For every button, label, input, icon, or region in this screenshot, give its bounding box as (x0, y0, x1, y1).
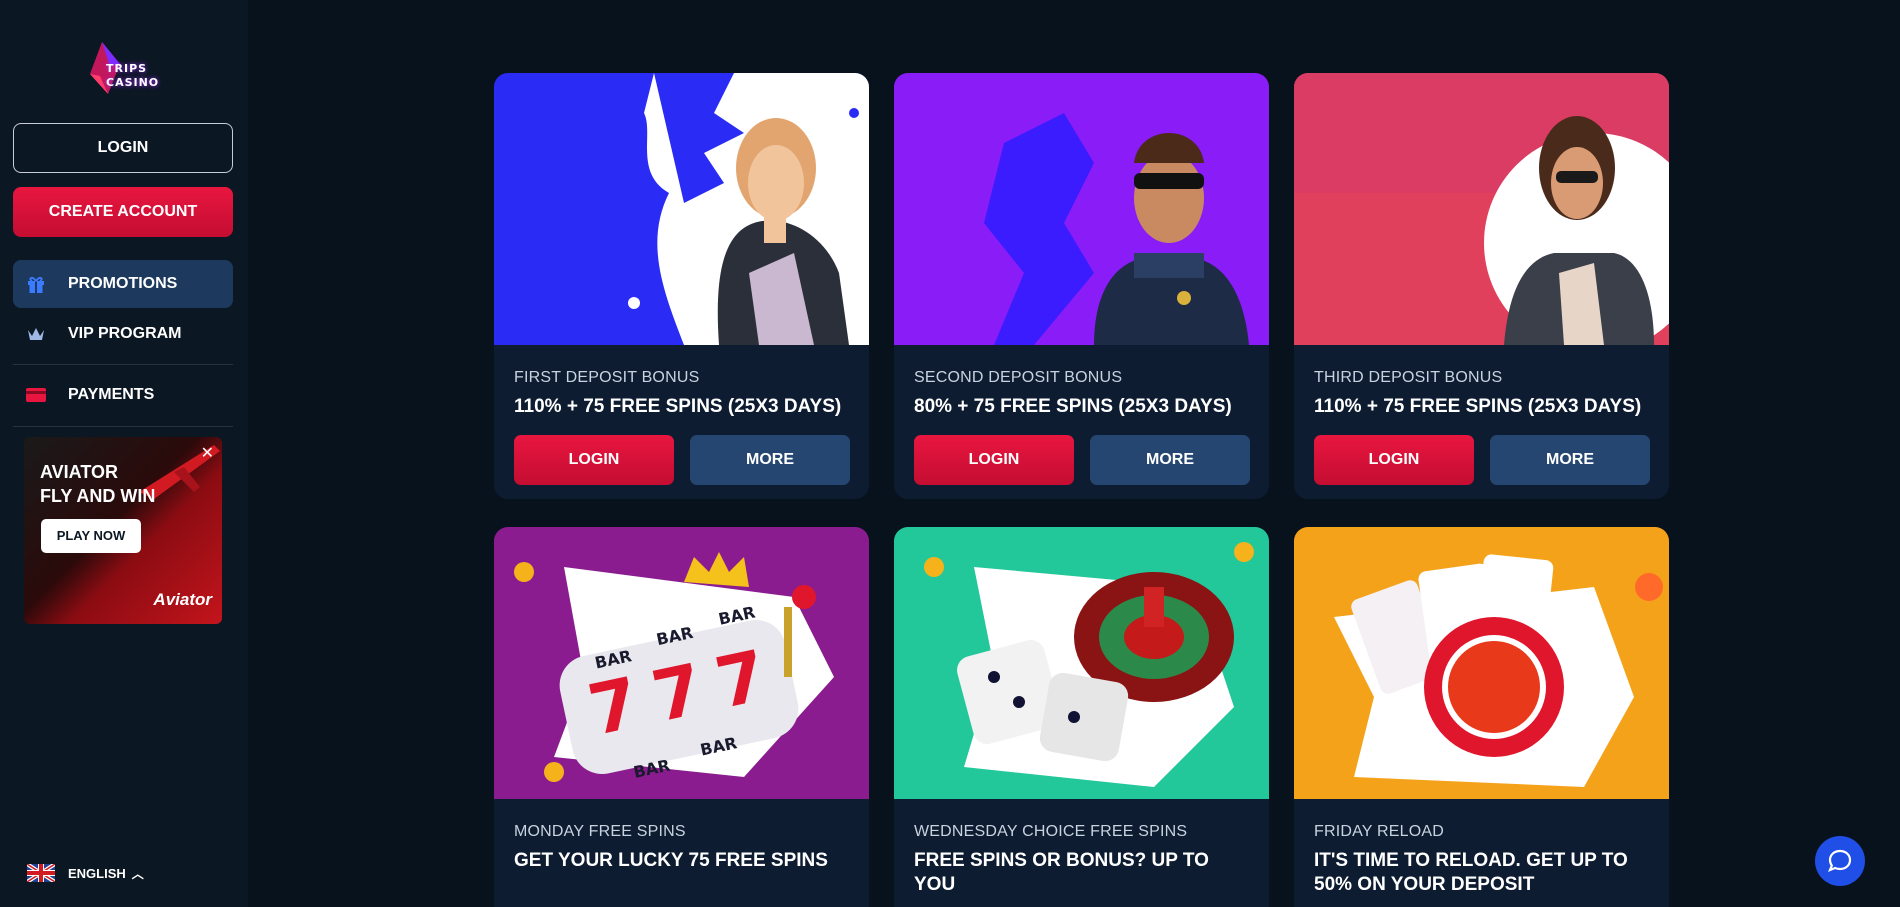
sidebar-item-label: PROMOTIONS (68, 275, 178, 292)
card-icon (25, 384, 47, 406)
card-subtitle: 110% + 75 FREE SPINS (25X3 DAYS) (1314, 396, 1642, 417)
promo-image-cards-chip (1294, 527, 1669, 799)
promo-card-friday-reload: FRIDAY RELOAD IT'S TIME TO RELOAD. GET U… (1294, 527, 1669, 907)
logo-text: TRIPS CASINO (106, 62, 160, 89)
promo-image-slot-machine: 7 7 7 BARBARBARBARBAR (494, 527, 869, 799)
aviator-logo: Aviator (153, 590, 212, 609)
divider (13, 364, 233, 365)
card-subtitle: 110% + 75 FREE SPINS (25X3 DAYS) (514, 396, 842, 417)
card-subtitle: 80% + 75 FREE SPINS (25X3 DAYS) (914, 396, 1232, 417)
card-subtitle: FREE SPINS OR BONUS? UP TO YOU (914, 850, 1209, 895)
promo-image-woman-sunglasses (1294, 73, 1669, 345)
card-title: MONDAY FREE SPINS (514, 823, 686, 840)
card-title: FRIDAY RELOAD (1314, 823, 1445, 840)
card-title: WEDNESDAY CHOICE FREE SPINS (914, 823, 1188, 840)
card-login-button[interactable]: LOGIN (1314, 435, 1474, 485)
login-button[interactable]: LOGIN (13, 123, 233, 173)
card-subtitle: GET YOUR LUCKY 75 FREE SPINS (514, 850, 828, 871)
gift-icon (25, 273, 47, 295)
promo-image-roulette-dice (894, 527, 1269, 799)
live-chat-button[interactable] (1815, 836, 1865, 886)
aviator-promo-banner[interactable]: ✕ AVIATOR FLY AND WIN PLAY NOW Aviator (24, 437, 222, 624)
sidebar-item-vip-program[interactable]: VIP PROGRAM (13, 310, 233, 358)
chevron-up-icon: ︿ (131, 866, 144, 881)
promo-card-second-deposit: SECOND DEPOSIT BONUS 80% + 75 FREE SPINS… (894, 73, 1269, 499)
promo-card-third-deposit: THIRD DEPOSIT BONUS 110% + 75 FREE SPINS… (1294, 73, 1669, 499)
sidebar: TRIPS CASINO LOGIN CREATE ACCOUNT PROMOT… (0, 0, 248, 907)
card-login-button[interactable]: LOGIN (514, 435, 674, 485)
card-subtitle: IT'S TIME TO RELOAD. GET UP TO 50% ON YO… (1314, 850, 1628, 895)
sidebar-item-label: VIP PROGRAM (68, 325, 182, 342)
sidebar-item-promotions[interactable]: PROMOTIONS (13, 260, 233, 308)
promo-image-police-officer (894, 73, 1269, 345)
card-more-button[interactable]: MORE (1090, 435, 1250, 485)
uk-flag-icon (27, 864, 55, 882)
card-more-button[interactable]: MORE (690, 435, 850, 485)
banner-title: AVIATOR FLY AND WIN (40, 462, 156, 506)
language-label: ENGLISH (68, 865, 126, 881)
card-title: FIRST DEPOSIT BONUS (514, 369, 700, 386)
play-now-button[interactable]: PLAY NOW (41, 519, 141, 553)
chat-bubble-icon (1827, 849, 1852, 872)
divider (13, 426, 233, 427)
promo-image-woman-blonde (494, 73, 869, 345)
promo-card-first-deposit: FIRST DEPOSIT BONUS 110% + 75 FREE SPINS… (494, 73, 869, 499)
promo-card-wednesday-choice: WEDNESDAY CHOICE FREE SPINS FREE SPINS O… (894, 527, 1269, 907)
card-title: SECOND DEPOSIT BONUS (914, 369, 1123, 386)
create-account-button[interactable]: CREATE ACCOUNT (13, 187, 233, 237)
sidebar-item-label: PAYMENTS (68, 386, 155, 403)
close-icon[interactable]: ✕ (201, 443, 214, 463)
sidebar-item-payments[interactable]: PAYMENTS (13, 371, 233, 419)
promo-card-monday-free-spins: 7 7 7 BAR BAR BAR BAR BAR MONDAY FREE SPINS … (494, 527, 869, 907)
language-selector[interactable]: ENGLISH ︿ (27, 864, 144, 882)
card-more-button[interactable]: MORE (1490, 435, 1650, 485)
card-title: THIRD DEPOSIT BONUS (1314, 369, 1503, 386)
card-login-button[interactable]: LOGIN (914, 435, 1074, 485)
crown-icon (25, 323, 47, 345)
